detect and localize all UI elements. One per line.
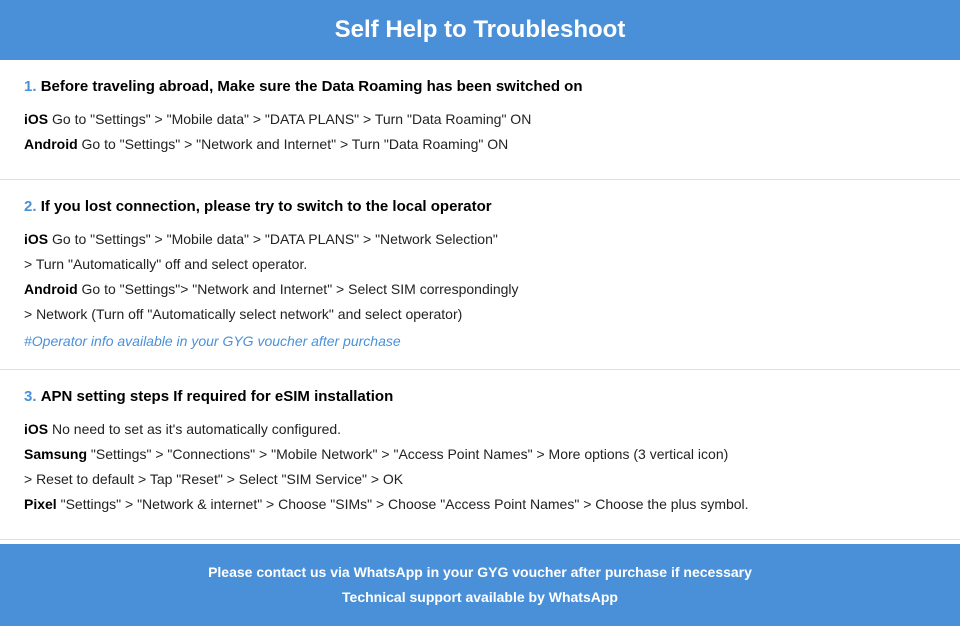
section-1-android-text: Go to "Settings" > "Network and Internet… [82, 136, 509, 152]
section-3-title: 3. APN setting steps If required for eSI… [24, 386, 936, 407]
section-1-title: 1. Before traveling abroad, Make sure th… [24, 76, 936, 97]
section-1-android-platform: Android [24, 136, 78, 152]
section-2-android-platform: Android [24, 281, 78, 297]
section-2-ios-continuation: > Turn "Automatically" off and select op… [24, 254, 936, 275]
section-2-title: 2. If you lost connection, please try to… [24, 196, 936, 217]
section-1-number: 1. [24, 78, 37, 95]
section-3-ios-row: iOS No need to set as it's automatically… [24, 419, 936, 440]
section-2-ios-text: Go to "Settings" > "Mobile data" > "DATA… [52, 231, 498, 247]
page-footer: Please contact us via WhatsApp in your G… [0, 544, 960, 626]
section-2-android-continuation: > Network (Turn off "Automatically selec… [24, 304, 936, 325]
section-2-note: #Operator info available in your GYG vou… [24, 333, 936, 349]
section-3-pixel-text: "Settings" > "Network & internet" > Choo… [61, 496, 749, 512]
section-2-android-row: Android Go to "Settings"> "Network and I… [24, 279, 936, 300]
section-1-title-text: Before traveling abroad, Make sure the D… [41, 78, 583, 95]
section-1: 1. Before traveling abroad, Make sure th… [0, 60, 960, 180]
section-1-ios-text: Go to "Settings" > "Mobile data" > "DATA… [52, 111, 531, 127]
footer-line1: Please contact us via WhatsApp in your G… [20, 560, 940, 585]
section-3: 3. APN setting steps If required for eSI… [0, 370, 960, 540]
section-2-android-text: Go to "Settings"> "Network and Internet"… [82, 281, 519, 297]
section-3-pixel-platform: Pixel [24, 496, 57, 512]
page-title: Self Help to Troubleshoot [20, 16, 940, 44]
section-3-samsung-continuation: > Reset to default > Tap "Reset" > Selec… [24, 469, 936, 490]
section-3-ios-platform: iOS [24, 421, 48, 437]
section-3-samsung-row: Samsung "Settings" > "Connections" > "Mo… [24, 444, 936, 465]
footer-line2: Technical support available by WhatsApp [20, 585, 940, 610]
section-3-samsung-platform: Samsung [24, 446, 87, 462]
main-content: 1. Before traveling abroad, Make sure th… [0, 60, 960, 540]
section-2-title-text: If you lost connection, please try to sw… [41, 198, 492, 215]
section-2-number: 2. [24, 198, 37, 215]
section-3-title-text: APN setting steps If required for eSIM i… [41, 388, 394, 405]
section-1-android-row: Android Go to "Settings" > "Network and … [24, 134, 936, 155]
section-3-samsung-text: "Settings" > "Connections" > "Mobile Net… [91, 446, 728, 462]
section-2: 2. If you lost connection, please try to… [0, 180, 960, 370]
section-3-ios-text: No need to set as it's automatically con… [52, 421, 341, 437]
section-1-ios-platform: iOS [24, 111, 48, 127]
section-2-ios-row: iOS Go to "Settings" > "Mobile data" > "… [24, 229, 936, 250]
section-3-pixel-row: Pixel "Settings" > "Network & internet" … [24, 494, 936, 515]
section-2-ios-platform: iOS [24, 231, 48, 247]
page-header: Self Help to Troubleshoot [0, 0, 960, 60]
section-1-ios-row: iOS Go to "Settings" > "Mobile data" > "… [24, 109, 936, 130]
section-3-number: 3. [24, 388, 37, 405]
